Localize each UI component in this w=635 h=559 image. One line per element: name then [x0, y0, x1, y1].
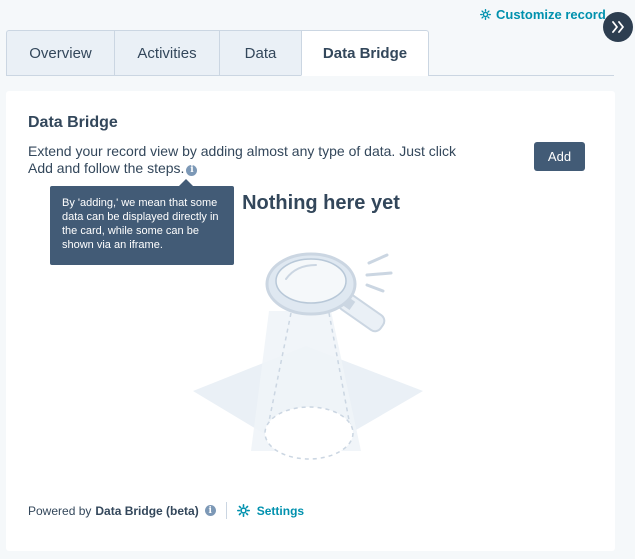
product-name: Data Bridge (beta)	[95, 503, 199, 518]
empty-state-text: Nothing here yet	[242, 192, 400, 214]
data-bridge-card: Data Bridge Extend your record view by a…	[6, 91, 615, 551]
customize-record-label: Customize record	[496, 7, 606, 22]
tab-data[interactable]: Data	[219, 30, 301, 76]
tab-activities[interactable]: Activities	[114, 30, 219, 76]
gear-icon	[236, 504, 250, 517]
tab-label: Activities	[137, 44, 197, 62]
add-button[interactable]: Add	[534, 142, 585, 171]
info-tooltip: By 'adding,' we mean that some data can …	[50, 186, 234, 265]
tab-label: Overview	[29, 44, 92, 62]
record-tabs: Overview Activities Data Data Bridge	[6, 30, 429, 76]
tab-data-bridge[interactable]: Data Bridge	[301, 30, 429, 76]
info-icon[interactable]: i	[186, 165, 198, 176]
powered-by-text: Powered by	[28, 503, 92, 518]
card-description: Extend your record view by adding almost…	[28, 143, 458, 177]
tab-divider	[428, 75, 614, 76]
tab-label: Data Bridge	[322, 44, 408, 62]
customize-record-link[interactable]: Customize record	[480, 7, 606, 22]
settings-label: Settings	[256, 503, 305, 518]
card-title: Data Bridge	[28, 114, 118, 131]
double-chevron-right-icon	[612, 21, 624, 33]
magnifier-illustration	[193, 252, 423, 460]
expand-sidebar-button[interactable]	[603, 12, 633, 42]
tab-label: Data	[244, 44, 277, 62]
footer-divider	[225, 502, 227, 519]
card-footer: Powered by Data Bridge (beta) i Settings	[28, 502, 304, 519]
description-text: Extend your record view by adding almost…	[28, 143, 456, 176]
settings-link[interactable]: Settings	[236, 503, 305, 518]
gear-icon	[480, 9, 491, 20]
tab-overview[interactable]: Overview	[6, 30, 114, 76]
info-icon[interactable]: i	[204, 505, 216, 516]
